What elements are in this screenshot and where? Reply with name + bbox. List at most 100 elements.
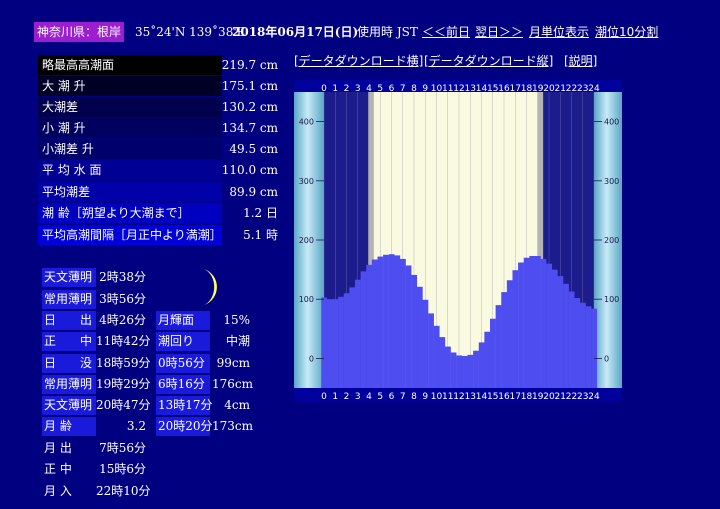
tide-bar — [433, 325, 440, 388]
tide-bar — [354, 279, 361, 388]
tide-bar — [501, 292, 508, 388]
x-tick-label-top: 1 — [332, 84, 338, 94]
tide-bar — [467, 354, 474, 388]
x-tick-label-bottom: 16 — [498, 392, 510, 402]
tide-bar — [428, 313, 434, 388]
x-tick-label-bottom: 5 — [377, 392, 383, 402]
x-tick-label-top: 16 — [498, 84, 510, 94]
x-tick-label-bottom: 10 — [431, 392, 443, 402]
x-tick-label-bottom: 18 — [521, 392, 533, 402]
tide-bar — [512, 270, 519, 388]
x-tick-label-top: 23 — [577, 84, 588, 94]
y-tick-label-right: 200 — [604, 236, 619, 245]
x-tick-label-top: 9 — [422, 84, 428, 94]
x-tick-label-top: 14 — [476, 84, 488, 94]
x-tick-label-bottom: 12 — [453, 392, 464, 402]
x-tick-label-top: 17 — [510, 84, 521, 94]
y-tick-label-left: 200 — [299, 236, 314, 245]
tide-bar — [416, 286, 423, 388]
tide-bar — [343, 293, 350, 388]
tide-bar — [422, 299, 429, 388]
x-tick-label-bottom: 24 — [588, 392, 600, 402]
tide-bar — [529, 255, 536, 388]
x-tick-label-top: 2 — [344, 84, 350, 94]
x-tick-label-bottom: 0 — [321, 392, 327, 402]
tide-bar — [574, 298, 581, 388]
y-tick-label-right: 100 — [604, 295, 619, 304]
x-tick-label-top: 24 — [588, 84, 600, 94]
x-tick-label-bottom: 4 — [366, 392, 372, 402]
x-tick-label-top: 21 — [555, 84, 566, 94]
tide-bar — [360, 271, 367, 388]
x-tick-label-bottom: 17 — [510, 392, 521, 402]
x-tick-label-top: 20 — [543, 84, 555, 94]
x-tick-label-bottom: 19 — [532, 392, 544, 402]
x-tick-label-top: 4 — [366, 84, 372, 94]
x-tick-label-bottom: 21 — [555, 392, 566, 402]
x-tick-label-bottom: 9 — [422, 392, 428, 402]
tide-bar — [338, 296, 344, 388]
x-tick-label-top: 6 — [389, 84, 395, 94]
tide-bar — [518, 262, 524, 388]
x-tick-label-top: 18 — [521, 84, 533, 94]
tide-bar — [546, 263, 553, 388]
y-tick-label-right: 0 — [604, 354, 609, 363]
x-tick-label-bottom: 14 — [476, 392, 488, 402]
tide-bar — [377, 256, 384, 388]
tide-bar — [473, 350, 479, 388]
tide-bar — [332, 299, 339, 388]
x-tick-label-top: 15 — [487, 84, 498, 94]
y-tick-label-right: 400 — [604, 118, 619, 127]
y-tick-label-left: 400 — [299, 118, 314, 127]
x-tick-label-top: 19 — [532, 84, 544, 94]
x-tick-label-top: 22 — [566, 84, 577, 94]
x-tick-label-bottom: 22 — [566, 392, 577, 402]
tide-bar — [388, 254, 395, 388]
tide-bar — [540, 258, 547, 388]
x-tick-label-top: 7 — [400, 84, 406, 94]
tide-bar — [557, 276, 564, 388]
tide-bar — [349, 287, 356, 388]
tide-bar — [394, 255, 401, 388]
x-tick-label-top: 11 — [442, 84, 453, 94]
tide-bar — [444, 346, 451, 388]
x-tick-label-bottom: 6 — [389, 392, 395, 402]
tide-bar — [366, 264, 373, 388]
tide-bar — [411, 274, 418, 388]
tide-bar — [478, 342, 485, 388]
x-tick-label-top: 10 — [431, 84, 443, 94]
tide-bar — [563, 283, 569, 388]
x-tick-label-bottom: 3 — [355, 392, 361, 402]
tide-bar — [579, 302, 586, 388]
x-tick-label-top: 8 — [411, 84, 417, 94]
tide-bar — [506, 280, 513, 388]
tide-bar — [523, 257, 530, 388]
tide-bar — [534, 255, 541, 388]
tide-bar — [461, 356, 468, 388]
tide-bar — [383, 254, 389, 388]
x-tick-label-bottom: 11 — [442, 392, 453, 402]
x-tick-label-bottom: 7 — [400, 392, 406, 402]
tide-bar — [456, 355, 463, 388]
tide-bar — [551, 269, 558, 388]
y-tick-label-left: 100 — [299, 295, 314, 304]
x-tick-label-top: 13 — [465, 84, 476, 94]
x-tick-label-bottom: 23 — [577, 392, 588, 402]
y-tick-label-right: 300 — [604, 177, 619, 186]
x-tick-label-top: 12 — [453, 84, 464, 94]
tide-bar — [405, 265, 412, 388]
tide-bar — [321, 297, 328, 388]
tide-bar — [439, 337, 446, 388]
tide-chart: 0011223344556677889910101111121213131414… — [294, 80, 622, 402]
x-tick-label-bottom: 8 — [411, 392, 417, 402]
tide-bar — [495, 305, 502, 388]
tide-bar — [568, 291, 575, 388]
tide-bar — [371, 259, 378, 388]
x-tick-label-top: 3 — [355, 84, 361, 94]
x-tick-label-bottom: 13 — [465, 392, 476, 402]
x-tick-label-bottom: 20 — [543, 392, 555, 402]
x-tick-label-top: 5 — [377, 84, 383, 94]
y-tick-label-left: 300 — [299, 177, 314, 186]
x-tick-label-bottom: 2 — [344, 392, 350, 402]
x-tick-label-bottom: 15 — [487, 392, 498, 402]
